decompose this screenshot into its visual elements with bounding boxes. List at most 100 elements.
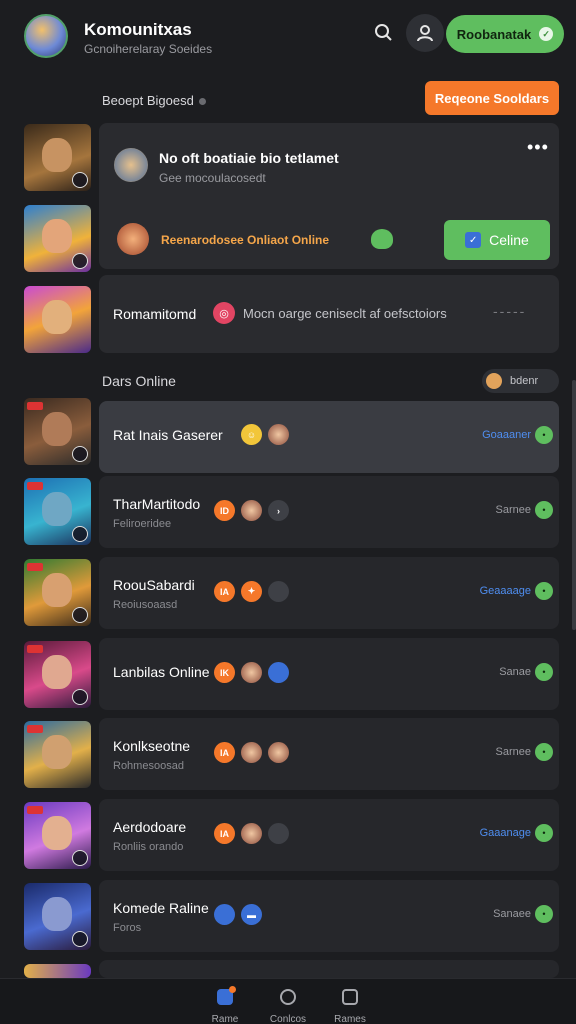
request-button[interactable]: Reqeone Sooldars bbox=[425, 81, 559, 115]
game-thumbnail[interactable] bbox=[24, 641, 91, 708]
online-dot-icon: • bbox=[535, 582, 553, 600]
avatar bbox=[268, 742, 289, 763]
row-status: Sarnee bbox=[495, 746, 531, 758]
app-header: Komounitxas Gcnoiherelaray Soeides Rooba… bbox=[0, 0, 576, 72]
tag-icon bbox=[27, 402, 43, 410]
scrollbar[interactable] bbox=[572, 380, 576, 630]
level-badge: IA bbox=[214, 742, 235, 763]
dot-icon bbox=[198, 98, 206, 106]
character-art bbox=[42, 219, 72, 253]
avatar bbox=[241, 500, 262, 521]
row-name: Rat Inais Gaserer bbox=[113, 427, 223, 443]
featured-avatar bbox=[114, 148, 148, 182]
profile-button[interactable] bbox=[406, 14, 444, 52]
tag-icon bbox=[27, 725, 43, 733]
character-art bbox=[42, 573, 72, 607]
badge-icon bbox=[72, 253, 88, 269]
online-row[interactable]: RoouSabardi Reoiusoaasd IA ✦ Geaaaage • bbox=[99, 557, 559, 629]
header-cta-button[interactable]: Roobanatak ✓ bbox=[446, 15, 564, 53]
row-name: TharMartitodo bbox=[113, 496, 201, 512]
online-row[interactable]: Rat Inais Gaserer ☺ Goaaaner • bbox=[99, 401, 559, 473]
character-art bbox=[42, 492, 72, 526]
character-art bbox=[42, 300, 72, 334]
online-dot-icon: • bbox=[535, 905, 553, 923]
pill-avatar bbox=[486, 373, 502, 389]
row-subtitle: Foros bbox=[113, 922, 142, 934]
badge-icon bbox=[72, 850, 88, 866]
nav-label-right: Rames bbox=[334, 1014, 366, 1024]
game-thumbnail[interactable] bbox=[24, 398, 91, 465]
dashes-decoration: ----- bbox=[493, 303, 527, 319]
nav-item-middle[interactable]: Conlcos bbox=[258, 989, 318, 1024]
row-avatar bbox=[117, 223, 149, 255]
online-button[interactable]: ✓ Celine bbox=[444, 220, 550, 260]
check-icon: ✓ bbox=[465, 232, 482, 248]
avatar bbox=[214, 904, 235, 925]
game-thumbnail[interactable] bbox=[24, 964, 91, 978]
avatar bbox=[241, 823, 262, 844]
character-art bbox=[42, 412, 72, 446]
recommend-card[interactable]: Romamitomd ◎ Mocn oarge ceniseclt af oef… bbox=[99, 275, 559, 353]
app-title: Komounitxas bbox=[84, 20, 192, 39]
game-thumbnail[interactable] bbox=[24, 286, 91, 353]
online-row[interactable]: Konlkseotne Rohmesoosad IA Sarnee • bbox=[99, 718, 559, 790]
row-status: Gaaanage bbox=[479, 827, 531, 839]
game-thumbnail[interactable] bbox=[24, 124, 91, 191]
nav-label-middle: Conlcos bbox=[269, 1014, 307, 1024]
online-row[interactable]: Aerdodoare Ronliis orando IA Gaaanage • bbox=[99, 799, 559, 871]
badge-icon bbox=[72, 172, 88, 188]
section-label-online: Dars Online bbox=[102, 373, 176, 389]
arrow-icon: › bbox=[268, 500, 289, 521]
character-art bbox=[42, 735, 72, 769]
header-cta-label: Roobanatak bbox=[456, 26, 532, 42]
row-subtitle: Feliroeridee bbox=[113, 518, 172, 530]
character-art bbox=[42, 816, 72, 850]
row-name: Aerdodoare bbox=[113, 819, 187, 835]
game-thumbnail[interactable] bbox=[24, 205, 91, 272]
avatar bbox=[268, 823, 289, 844]
row-status: Goaaaner bbox=[482, 429, 531, 441]
game-thumbnail[interactable] bbox=[24, 883, 91, 950]
filter-pill[interactable]: bdenr bbox=[482, 369, 559, 393]
row-subtitle: Ronliis orando bbox=[113, 841, 184, 853]
online-row[interactable]: Lanbilas Online IK Sanae • bbox=[99, 638, 559, 710]
nav-item-right[interactable]: Rames bbox=[320, 989, 380, 1024]
row-status: Sanae bbox=[499, 666, 531, 678]
row-status: Sanaee bbox=[493, 908, 531, 920]
level-badge: IA bbox=[214, 581, 235, 602]
game-thumbnail[interactable] bbox=[24, 721, 91, 788]
tag-icon bbox=[27, 806, 43, 814]
tag-icon bbox=[27, 645, 43, 653]
chat-icon: ▬ bbox=[241, 904, 262, 925]
more-options-icon[interactable]: ••• bbox=[527, 137, 549, 158]
online-dot-icon: • bbox=[535, 743, 553, 761]
featured-title: No oft boatiaie bio tetlamet bbox=[159, 150, 339, 166]
game-thumbnail[interactable] bbox=[24, 559, 91, 626]
character-art bbox=[42, 138, 72, 172]
online-row[interactable]: TharMartitodo Feliroeridee ID › Sarnee • bbox=[99, 476, 559, 548]
online-dot-icon: • bbox=[535, 824, 553, 842]
avatar bbox=[268, 424, 289, 445]
home-icon bbox=[217, 986, 236, 1005]
game-thumbnail[interactable] bbox=[24, 802, 91, 869]
recommend-title: Romamitomd bbox=[113, 306, 197, 322]
app-avatar[interactable] bbox=[24, 14, 68, 58]
check-badge-icon: ✓ bbox=[539, 27, 554, 41]
compass-icon bbox=[280, 989, 296, 1005]
badge-icon bbox=[72, 446, 88, 462]
tag-icon bbox=[27, 482, 43, 490]
online-button-label: Celine bbox=[489, 232, 529, 248]
row-subtitle: Reoiusoaasd bbox=[113, 599, 178, 611]
pill-label: bdenr bbox=[510, 375, 539, 387]
search-button[interactable] bbox=[369, 18, 399, 48]
online-row[interactable]: Komede Raline Foros ▬ Sanaee • bbox=[99, 880, 559, 952]
game-thumbnail[interactable] bbox=[24, 478, 91, 545]
featured-row: Reenarodosee Onliaot Online bbox=[115, 223, 415, 255]
online-dot-icon: • bbox=[535, 501, 553, 519]
featured-card[interactable]: No oft boatiaie bio tetlamet Gee mocoula… bbox=[99, 123, 559, 269]
row-status: Sarnee bbox=[495, 504, 531, 516]
gem-icon bbox=[371, 229, 393, 249]
online-row[interactable] bbox=[99, 960, 559, 978]
row-name: RoouSabardi bbox=[113, 577, 195, 593]
nav-item-home[interactable]: Rame bbox=[195, 986, 255, 1024]
